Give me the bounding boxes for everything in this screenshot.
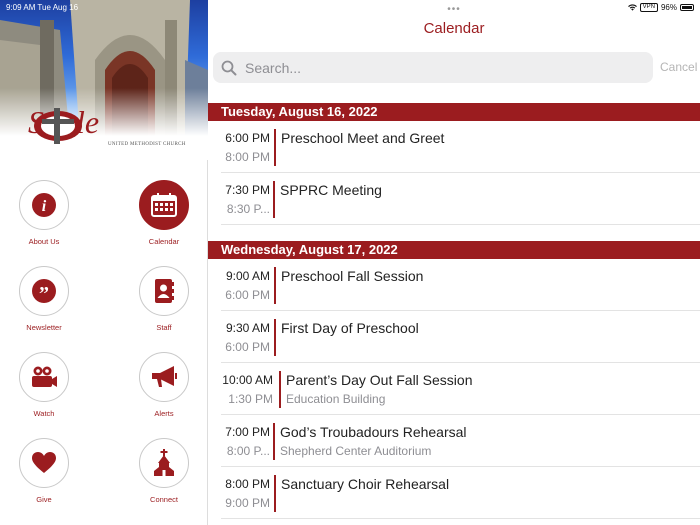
menu-connect[interactable]: Connect (129, 438, 199, 504)
calendar-icon (151, 193, 177, 217)
event-start-time: 6:00 PM (225, 131, 270, 145)
church-hero-image: Settle UNITED METHODIST CHURCH (0, 0, 208, 160)
event-row[interactable]: 10:00 AM 1:30 PM Parent’s Day Out Fall Se… (221, 363, 700, 415)
search-icon (221, 60, 237, 75)
menu-newsletter[interactable]: ” Newsletter (9, 266, 79, 332)
event-end-time: 8:00 PM (225, 150, 270, 164)
about-us-label: About Us (28, 237, 60, 246)
menu-staff[interactable]: Staff (129, 266, 199, 332)
newsletter-label: Newsletter (26, 323, 62, 332)
quote-icon: ” (32, 279, 56, 304)
menu-about-us[interactable]: i About Us (9, 180, 79, 246)
menu-watch[interactable]: Watch (9, 352, 79, 418)
day-header: Wednesday, August 17, 2022 (208, 241, 700, 259)
event-end-time: 8:00 P... (226, 444, 270, 458)
event-title: God’s Troubadours Rehearsal (280, 424, 467, 440)
calendar-label: Calendar (148, 237, 180, 246)
staff-button[interactable] (139, 266, 189, 316)
about-us-button[interactable]: i (19, 180, 69, 230)
search-input[interactable] (245, 59, 625, 76)
alerts-label: Alerts (154, 409, 174, 418)
brand-subtitle: UNITED METHODIST CHURCH (108, 142, 186, 147)
event-title: Parent’s Day Out Fall Session (286, 372, 473, 388)
event-start-time: 9:30 AM (225, 321, 270, 335)
event-title: Preschool Meet and Greet (281, 130, 445, 146)
connect-button[interactable] (139, 438, 189, 488)
event-start-time: 7:30 PM (225, 183, 270, 197)
contacts-book-icon (155, 279, 174, 303)
event-divider (279, 371, 281, 408)
search-bar[interactable] (213, 52, 653, 83)
newsletter-button[interactable]: ” (19, 266, 69, 316)
vpn-badge: VPN (639, 2, 658, 12)
event-title: SPPRC Meeting (280, 182, 382, 198)
wifi-icon (627, 3, 637, 11)
event-location: Shepherd Center Auditorium (280, 444, 432, 458)
event-end-time: 6:00 PM (225, 340, 270, 354)
give-button[interactable] (19, 438, 69, 488)
event-divider (274, 267, 276, 304)
cancel-button[interactable]: Cancel (660, 60, 697, 74)
event-end-time: 6:00 PM (225, 288, 270, 302)
info-icon: i (32, 193, 56, 217)
svg-text:i: i (42, 198, 47, 215)
calendar-panel: ••• Calendar Cancel Tuesday, August 16, … (208, 0, 700, 525)
video-camera-icon (32, 366, 57, 387)
event-title: Preschool Fall Session (281, 268, 424, 284)
status-time: 9:09 AM Tue Aug 16 (6, 2, 79, 12)
sidebar: Settle UNITED METHODIST CHURCH i About U… (0, 0, 208, 525)
alerts-button[interactable] (139, 352, 189, 402)
event-row[interactable]: 7:00 PM 8:00 P... God’s Troubadours Rehea… (221, 415, 700, 467)
page-title: Calendar (423, 20, 485, 37)
event-divider (274, 319, 276, 356)
watch-button[interactable] (19, 352, 69, 402)
battery-icon (680, 3, 694, 11)
menu-calendar[interactable]: Calendar (129, 180, 199, 246)
event-divider (273, 181, 275, 218)
heart-icon (32, 452, 56, 473)
cross-logo-icon (34, 108, 82, 144)
event-row[interactable]: 9:00 AM 6:00 PM Preschool Fall Session (221, 259, 700, 311)
event-title: First Day of Preschool (281, 320, 419, 336)
status-indicators: VPN 96% (627, 2, 694, 12)
event-start-time: 8:00 PM (225, 477, 270, 491)
watch-label: Watch (33, 409, 55, 418)
battery-percent: 96% (660, 2, 677, 12)
event-divider (274, 475, 276, 512)
event-end-time: 8:30 P... (226, 202, 270, 216)
event-end-time: 9:00 PM (225, 496, 270, 510)
give-label: Give (36, 495, 52, 504)
event-divider (274, 129, 276, 166)
menu-alerts[interactable]: Alerts (129, 352, 199, 418)
event-start-time: 9:00 AM (225, 269, 270, 283)
settle-logo: Settle (28, 106, 99, 144)
event-end-time: 1:30 PM (228, 392, 273, 406)
event-row[interactable]: 9:30 AM 6:00 PM First Day of Preschool (221, 311, 700, 363)
event-list[interactable]: Tuesday, August 16, 2022 6:00 PM 8:00 PM … (208, 103, 700, 519)
event-divider (273, 423, 275, 460)
status-bar: 9:09 AM Tue Aug 16 VPN 96% (0, 0, 700, 14)
megaphone-icon (152, 366, 177, 387)
day-header: Tuesday, August 16, 2022 (208, 103, 700, 121)
event-start-time: 10:00 AM (222, 373, 273, 387)
event-start-time: 7:00 PM (225, 425, 270, 439)
staff-label: Staff (156, 323, 172, 332)
church-icon (154, 449, 174, 476)
event-location: Education Building (286, 392, 386, 406)
menu-give[interactable]: Give (9, 438, 79, 504)
event-row[interactable]: 7:30 PM 8:30 P... SPPRC Meeting (221, 173, 700, 225)
svg-text:”: ” (39, 283, 49, 304)
event-row[interactable]: 6:00 PM 8:00 PM Preschool Meet and Greet (221, 121, 700, 173)
connect-label: Connect (150, 495, 178, 504)
calendar-button[interactable] (139, 180, 189, 230)
event-title: Sanctuary Choir Rehearsal (281, 476, 450, 492)
event-row[interactable]: 8:00 PM 9:00 PM Sanctuary Choir Rehearsal (221, 467, 700, 519)
